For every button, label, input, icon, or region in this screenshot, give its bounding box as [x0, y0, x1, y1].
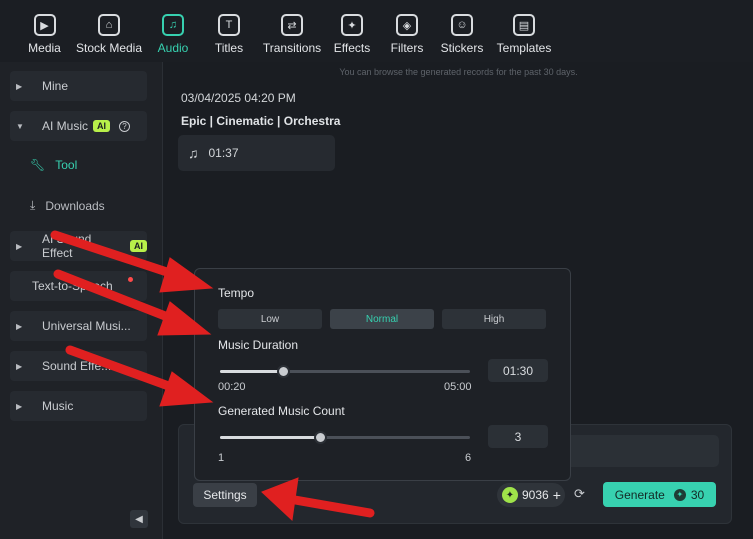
- tab-stock-media[interactable]: ⌂ Stock Media: [67, 0, 151, 55]
- sidebar-item-universal-music[interactable]: ▶ Universal Musi...: [10, 311, 147, 341]
- sidebar-item-ai-music[interactable]: ▼ AI Music AI ?: [10, 111, 147, 141]
- media-icon: ▶: [33, 14, 56, 36]
- sidebar-item-sound-effects[interactable]: ▶ Sound Effe...: [10, 351, 147, 381]
- filters-icon: ◈: [396, 14, 418, 36]
- tab-label: Templates: [496, 41, 552, 55]
- settings-button[interactable]: Settings: [193, 483, 257, 507]
- duration-max: 05:00: [444, 381, 472, 393]
- caret-right-icon: ▶: [16, 401, 23, 411]
- sidebar-item-mine[interactable]: ▶ Mine: [10, 71, 147, 101]
- music-duration-label: Music Duration: [218, 338, 299, 352]
- stock-media-icon: ⌂: [98, 14, 120, 36]
- help-icon[interactable]: ?: [119, 120, 131, 132]
- tempo-option-low[interactable]: Low: [218, 309, 322, 329]
- stickers-icon: ☺: [451, 14, 473, 36]
- generate-button[interactable]: Generate ✦ 30: [603, 482, 716, 507]
- duration-slider-fill: [220, 370, 283, 373]
- tab-templates[interactable]: ▤ Templates: [493, 0, 555, 55]
- record-date: 03/04/2025 04:20 PM: [181, 91, 296, 105]
- ai-badge: AI: [130, 240, 147, 252]
- track-duration: 01:37: [208, 146, 239, 160]
- plus-icon: +: [552, 487, 561, 503]
- credit-coin-icon: ✦: [673, 488, 686, 501]
- tab-transitions[interactable]: ⇄ Transitions: [263, 0, 321, 55]
- tempo-option-normal[interactable]: Normal: [330, 309, 434, 329]
- tab-audio[interactable]: ♫ Audio: [151, 0, 195, 55]
- sidebar-item-label: Sound Effe...: [42, 359, 112, 373]
- ai-badge: AI: [93, 120, 111, 132]
- sidebar-item-label: Downloads: [45, 198, 105, 213]
- tab-filters[interactable]: ◈ Filters: [383, 0, 431, 55]
- credit-coin-icon: ✦: [502, 487, 518, 503]
- count-slider-thumb[interactable]: [314, 431, 327, 444]
- tab-label: Transitions: [262, 41, 322, 55]
- sidebar-item-music[interactable]: ▶ Music: [10, 391, 147, 421]
- credits-badge[interactable]: ✦ 9036 +: [497, 483, 565, 507]
- tab-label: Stickers: [440, 41, 484, 55]
- sidebar-item-ai-sound-effect[interactable]: ▶ AI Sound Effect AI: [10, 231, 147, 261]
- titles-icon: T: [218, 14, 240, 36]
- tab-label: Audio: [157, 41, 189, 55]
- tab-label: Effects: [333, 41, 371, 55]
- count-slider[interactable]: [220, 431, 470, 444]
- wrench-icon: 🔧︎: [30, 158, 46, 172]
- tab-label: Titles: [214, 41, 244, 55]
- music-note-icon: ♫: [162, 14, 184, 36]
- tab-stickers[interactable]: ☺ Stickers: [431, 0, 493, 55]
- generate-cost: 30: [690, 487, 705, 502]
- records-note: You can browse the generated records for…: [339, 67, 578, 77]
- track-item[interactable]: ♫ 01:37: [178, 135, 335, 171]
- tempo-option-high[interactable]: High: [442, 309, 546, 329]
- music-count-label: Generated Music Count: [218, 404, 345, 418]
- top-toolbar: ▶ Media ⌂ Stock Media ♫ Audio T Titles ⇄…: [0, 0, 753, 62]
- transitions-icon: ⇄: [281, 14, 303, 36]
- duration-slider[interactable]: [220, 365, 470, 378]
- sidebar-item-label: AI Music: [42, 119, 89, 133]
- tempo-label: Tempo: [218, 286, 255, 300]
- prompt-input[interactable]: [549, 435, 719, 467]
- caret-right-icon: ▶: [16, 321, 23, 331]
- duration-min: 00:20: [218, 381, 246, 393]
- notification-dot: [128, 277, 133, 282]
- tab-label: Stock Media: [75, 41, 143, 55]
- sidebar-item-label: Music: [42, 399, 74, 413]
- effects-icon: ✦: [341, 14, 363, 36]
- refresh-icon[interactable]: ⟳: [574, 486, 585, 502]
- record-title: Epic | Cinematic | Orchestra: [181, 114, 341, 128]
- collapse-sidebar-button[interactable]: ◀: [130, 510, 148, 528]
- sidebar-item-label: Tool: [55, 158, 78, 172]
- sidebar-item-label: Text-to-Speech: [32, 279, 113, 293]
- sidebar-item-label: Mine: [42, 79, 69, 93]
- tab-media[interactable]: ▶ Media: [22, 0, 67, 55]
- tab-label: Filters: [390, 41, 424, 55]
- tab-label: Media: [28, 41, 61, 55]
- tab-effects[interactable]: ✦ Effects: [321, 0, 383, 55]
- templates-icon: ▤: [513, 14, 535, 36]
- sidebar-item-text-to-speech[interactable]: Text-to-Speech: [10, 271, 147, 301]
- sidebar-item-downloads[interactable]: ⤓ Downloads: [30, 198, 105, 213]
- caret-right-icon: ▶: [16, 361, 23, 371]
- count-min: 1: [218, 452, 225, 464]
- chevron-left-icon: ◀: [135, 513, 143, 525]
- sidebar-item-label: AI Sound Effect: [41, 232, 92, 260]
- download-icon: ⤓: [30, 198, 36, 212]
- music-note-icon: ♫: [188, 145, 199, 161]
- duration-value[interactable]: 01:30: [488, 359, 548, 382]
- count-slider-fill: [220, 436, 320, 439]
- sidebar: ▶ Mine ▼ AI Music AI ? 🔧︎ Tool ⤓ Downloa…: [0, 62, 163, 539]
- count-max: 6: [465, 452, 472, 464]
- count-value[interactable]: 3: [488, 425, 548, 448]
- settings-popup: Tempo Low Normal High Music Duration 01:…: [194, 268, 571, 481]
- generate-label: Generate: [614, 487, 665, 502]
- credits-count: 9036: [522, 488, 549, 502]
- sidebar-item-tool[interactable]: 🔧︎ Tool: [30, 158, 77, 172]
- caret-right-icon: ▶: [16, 241, 23, 251]
- caret-right-icon: ▶: [16, 81, 23, 91]
- sidebar-item-label: Universal Musi...: [42, 319, 131, 333]
- caret-down-icon: ▼: [16, 121, 24, 131]
- tab-titles[interactable]: T Titles: [195, 0, 263, 55]
- duration-slider-thumb[interactable]: [277, 365, 290, 378]
